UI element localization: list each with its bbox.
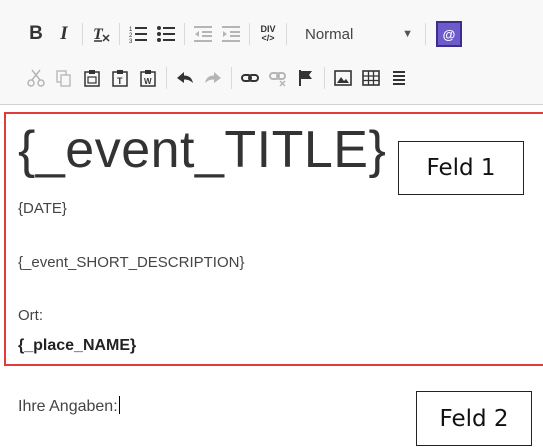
image-icon	[334, 70, 352, 86]
toolbar-separator	[184, 23, 185, 45]
toolbar-separator	[286, 23, 287, 45]
paste-button[interactable]	[78, 63, 106, 93]
svg-text:W: W	[144, 77, 152, 86]
copy-icon	[56, 70, 71, 87]
format-dropdown-value: Normal	[305, 25, 354, 43]
input-prompt-text: Ihre Angaben:	[18, 398, 118, 415]
copy-button[interactable]	[50, 63, 78, 93]
flag-icon	[299, 70, 312, 86]
italic-button[interactable]: I	[50, 19, 78, 49]
insert-image-button[interactable]	[329, 63, 357, 93]
unlink-button[interactable]	[264, 63, 292, 93]
svg-text:T: T	[117, 76, 123, 86]
unlink-icon	[269, 72, 286, 87]
div-container-icon: DIV </>	[260, 25, 275, 43]
undo-button[interactable]	[171, 63, 199, 93]
chevron-down-icon: ▼	[402, 28, 413, 40]
bold-button[interactable]: B	[22, 19, 50, 49]
insert-link-button[interactable]	[236, 63, 264, 93]
toolbar-separator	[231, 67, 232, 89]
clipboard-word-icon: W	[140, 70, 156, 87]
user-input-line[interactable]: Ihre Angaben:	[18, 396, 120, 416]
toolbar-separator	[249, 23, 250, 45]
scissors-icon	[27, 69, 45, 87]
div-container-button[interactable]: DIV </>	[254, 19, 282, 49]
event-title-heading: {_event_TITLE}	[18, 121, 387, 179]
cut-button[interactable]	[22, 63, 50, 93]
redo-button[interactable]	[199, 63, 227, 93]
increase-indent-icon	[222, 26, 240, 42]
horizontal-line-button[interactable]	[385, 63, 413, 93]
undo-icon	[177, 72, 193, 83]
text-caret	[118, 396, 120, 414]
clipboard-text-icon: T	[112, 70, 128, 87]
bullet-list-button[interactable]	[152, 19, 180, 49]
decrease-indent-button[interactable]	[189, 19, 217, 49]
clipboard-icon	[84, 70, 100, 87]
toolbar-separator	[425, 23, 426, 45]
toolbar-separator	[119, 23, 120, 45]
toolbar-row-1: B I T 1 2 3 DIV </> Normal ▼ @	[22, 14, 462, 54]
div-icon-bottom-text: </>	[261, 33, 275, 43]
paste-text-button[interactable]: T	[106, 63, 134, 93]
place-name-text: {_place_NAME}	[18, 337, 137, 354]
bullet-list-icon	[157, 26, 175, 42]
svg-text:3: 3	[129, 39, 133, 43]
editor-content-area[interactable]: {_event_TITLE} {DATE} {_event_SHORT_DESC…	[0, 106, 543, 447]
numbered-list-icon: 1 2 3	[129, 27, 147, 43]
redo-icon	[205, 72, 221, 83]
event-description-text: {_event_SHORT_DESCRIPTION}	[18, 254, 245, 271]
numbered-list-button[interactable]: 1 2 3	[124, 19, 152, 49]
paste-word-button[interactable]: W	[134, 63, 162, 93]
format-dropdown[interactable]: Normal ▼	[299, 19, 421, 49]
remove-format-button[interactable]: T	[87, 19, 115, 49]
editor-toolbar: B I T 1 2 3 DIV </> Normal ▼ @ T W	[0, 0, 543, 105]
placeholder-insert-button[interactable]: @	[436, 21, 462, 47]
toolbar-separator	[82, 23, 83, 45]
table-icon	[362, 70, 380, 86]
decrease-indent-icon	[194, 26, 212, 42]
field-2-label: Feld 2	[416, 391, 532, 446]
anchor-button[interactable]	[292, 63, 320, 93]
insert-table-button[interactable]	[357, 63, 385, 93]
link-icon	[241, 74, 259, 82]
increase-indent-button[interactable]	[217, 19, 245, 49]
event-date-text: {DATE}	[18, 200, 67, 217]
toolbar-row-2: T W	[22, 58, 413, 98]
toolbar-separator	[166, 67, 167, 89]
place-label: Ort:	[18, 307, 43, 324]
toolbar-separator	[324, 67, 325, 89]
horizontal-lines-icon	[393, 71, 405, 85]
field-1-label: Feld 1	[398, 141, 524, 195]
remove-format-icon: T	[93, 26, 110, 43]
